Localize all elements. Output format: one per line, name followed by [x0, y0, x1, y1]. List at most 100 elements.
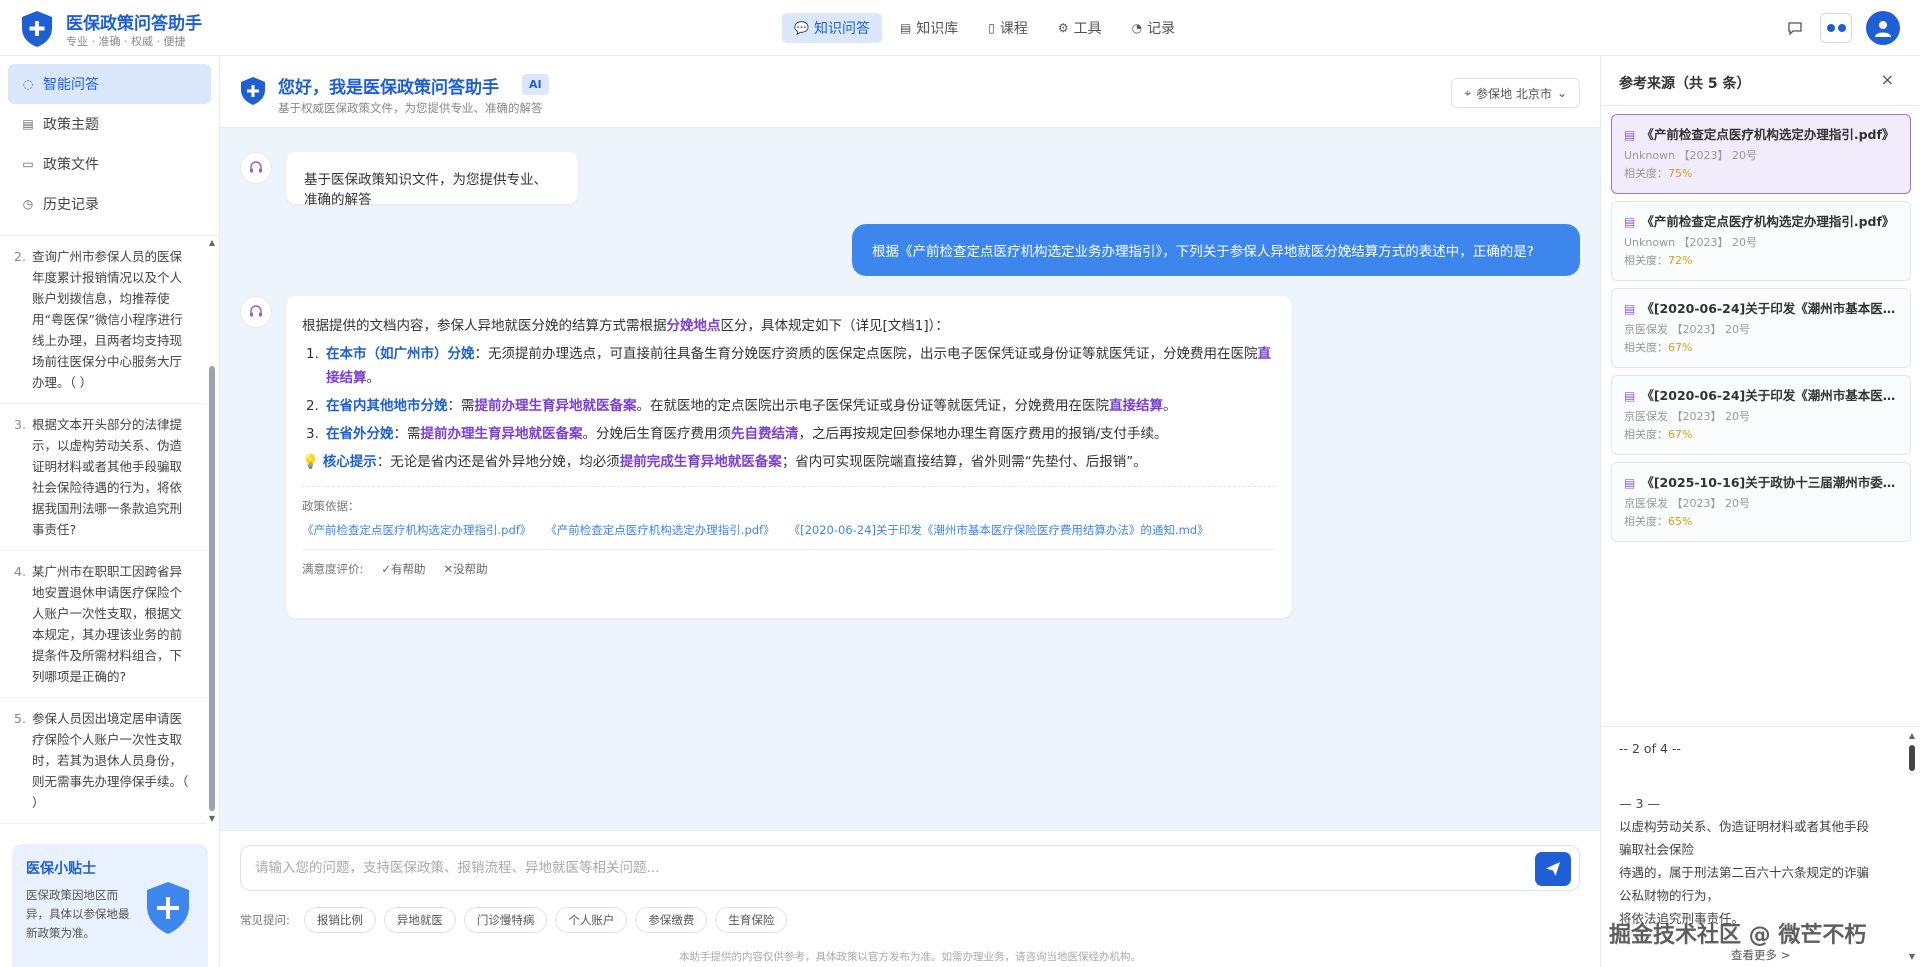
question-input[interactable] [255, 846, 1515, 890]
history-item-number: 4. [14, 564, 26, 579]
user-message-text: 根据《产前检查定点医疗机构选定业务办理指引》，下列关于参保人异地就医分娩结算方式… [872, 244, 1534, 260]
nav-tab-label: 记录 [1147, 21, 1176, 37]
source-preview: -- 2 of 4 -- — 3 — 以虚构劳动关系、伪造证明材料或者其他手段 … [1601, 726, 1920, 967]
history-item[interactable]: 4. 某广州市在职职工因跨省异地安置退休申请医疗保险个人账户一次性支取，根据文本… [0, 551, 206, 698]
history-scrollbar[interactable]: ▲ ▼ [208, 236, 216, 825]
clock-icon: ◷ [22, 197, 34, 211]
source-relevance: 相关度：67% [1624, 426, 1898, 444]
chat-title: 您好，我是医保政策问答助手 [278, 78, 499, 98]
policy-basis-links: 《产前检查定点医疗机构选定办理指引.pdf》 《产前检查定点医疗机构选定办理指引… [302, 521, 1276, 539]
answer-item-number: 3. [306, 426, 319, 442]
view-more-link[interactable]: 查看更多 > [1731, 947, 1790, 963]
book-icon: ▤ [899, 21, 912, 35]
source-list: ▤ 《产前检查定点医疗机构选定办理指引.pdf》 Unknown 【2023】 2… [1611, 114, 1911, 549]
source-meta: 京医保发 【2023】 20号 [1624, 323, 1750, 336]
source-relevance: 相关度：75% [1624, 165, 1898, 183]
preview-page-indicator: -- 2 of 4 -- [1619, 741, 1681, 756]
answer-intro-text: 根据提供的文档内容，参保人异地就医分娩的结算方式需根据 [302, 318, 667, 334]
scroll-down-arrow-icon[interactable]: ▼ [208, 814, 216, 824]
message-icon[interactable] [1784, 17, 1806, 39]
answer-highlight: 分娩地点 [666, 318, 721, 334]
nav-tab-tools[interactable]: ⚙ 工具 [1046, 13, 1114, 43]
sidebar-item-policy-topics[interactable]: ▤ 政策主题 [8, 104, 211, 144]
answer-item-text: 。在就医地的定点医院出示电子医保凭证或身份证等就医凭证，分娩费用在医院 [636, 398, 1110, 414]
location-selector[interactable]: ⌖ 参保地 北京市 ⌄ [1451, 78, 1580, 108]
divider [1601, 105, 1920, 106]
source-card[interactable]: ▤ 《[2025-10-16]关于政协十三届潮州市委员会第五次会议提案答复的函.m… [1611, 462, 1911, 542]
history-list: 2. 查询广州市参保人员的医保年度累计报销情况以及个人账户划拨信息，均推荐使用“… [0, 235, 220, 825]
preview-line: 以虚构劳动关系、伪造证明材料或者其他手段 [1619, 819, 1870, 834]
source-card[interactable]: ▤ 《产前检查定点医疗机构选定办理指引.pdf》 Unknown 【2023】 2… [1611, 114, 1911, 194]
relevance-value: 65% [1668, 515, 1693, 528]
history-item[interactable]: 5. 参保人员因出境定居申请医疗保险个人账户一次性支取时，若其为退休人员身份，则… [0, 698, 206, 824]
answer-intro-text: 区分，具体规定如下（详见[文档1]）： [720, 318, 949, 334]
preview-line: 待遇的，属于刑法第二百六十六条规定的诈骗 [1619, 865, 1870, 880]
quick-question-chip[interactable]: 个人账户 [555, 907, 628, 933]
nav-tab-qa[interactable]: 💬 知识问答 [782, 13, 882, 43]
core-tip-text: ：无论是省内还是省外异地分娩，均必须 [376, 454, 620, 470]
folder-icon: ▭ [22, 157, 34, 171]
sidebar-nav: ◌ 智能问答 ▤ 政策主题 ▭ 政策文件 ◷ 历史记录 [0, 56, 219, 232]
answer-item-text: ：无须提前办理选点，可直接前往具备生育分娩医疗资质的医保定点医院，出示电子医保凭… [474, 346, 1258, 362]
apps-button[interactable] [1820, 13, 1852, 43]
user-avatar[interactable] [1866, 11, 1900, 45]
core-tip: 💡 核心提示：无论是省内还是省外异地分娩，均必须提前完成生育异地就医备案；省内可… [302, 450, 1276, 474]
relevance-label: 相关度： [1624, 167, 1668, 180]
history-item-number: 2. [14, 249, 26, 264]
source-relevance: 相关度：67% [1624, 339, 1898, 357]
send-button[interactable] [1535, 852, 1571, 886]
sidebar-item-policy-files[interactable]: ▭ 政策文件 [8, 144, 211, 184]
source-relevance: 相关度：65% [1624, 513, 1898, 531]
quick-question-chip[interactable]: 异地就医 [383, 907, 456, 933]
nav-tab-records[interactable]: ◔ 记录 [1120, 13, 1187, 43]
source-card[interactable]: ▤ 《产前检查定点医疗机构选定办理指引.pdf》 Unknown 【2023】 2… [1611, 201, 1911, 281]
history-item[interactable]: 3. 根据文本开头部分的法律提示，以虚构劳动关系、伪造证明材料或者其他手段骗取社… [0, 404, 206, 551]
policy-basis-link[interactable]: 《产前检查定点医疗机构选定办理指引.pdf》 [545, 521, 774, 539]
watermark: 掘金技术社区 @ 微芒不朽 [1609, 923, 1867, 948]
answer-item-heading: 在省外分娩 [326, 426, 394, 442]
satisfaction-row: 满意度评价: ✓有帮助 ✕没帮助 [302, 549, 1276, 578]
source-meta: 京医保发 【2023】 20号 [1624, 410, 1750, 423]
document-icon: ▤ [1624, 389, 1636, 403]
nav-tab-courses[interactable]: ▯ 课程 [976, 13, 1040, 43]
user-message: 根据《产前检查定点医疗机构选定业务办理指引》，下列关于参保人异地就医分娩结算方式… [852, 224, 1580, 276]
input-area: 常见提问: 报销比例 异地就医 门诊慢特病 个人账户 参保缴费 生育保险 本助手… [220, 830, 1600, 967]
source-card[interactable]: ▤ 《[2020-06-24]关于印发《潮州市基本医疗保险医疗费用结算办法》的通知… [1611, 375, 1911, 455]
relevance-value: 67% [1668, 341, 1693, 354]
chat-main: 您好，我是医保政策问答助手 AI 基于权威医保政策文件，为您提供专业、准确的解答… [220, 56, 1600, 967]
user-icon [1875, 21, 1891, 37]
quick-question-chip[interactable]: 报销比例 [303, 907, 376, 933]
scroll-up-arrow-icon[interactable]: ▲ [208, 238, 216, 248]
sidebar-item-label: 政策文件 [43, 157, 99, 173]
question-input-box [240, 845, 1580, 891]
left-sidebar: ◌ 智能问答 ▤ 政策主题 ▭ 政策文件 ◷ 历史记录 2. 查询广州市参保人员… [0, 56, 220, 967]
quick-question-chip[interactable]: 参保缴费 [635, 907, 708, 933]
scroll-down-arrow-icon[interactable]: ▼ [1907, 952, 1917, 961]
scrollbar-thumb[interactable] [209, 366, 215, 811]
scrollbar-thumb[interactable] [1909, 745, 1915, 771]
scroll-up-arrow-icon[interactable]: ▲ [1907, 731, 1917, 740]
helpful-button[interactable]: ✓有帮助 [381, 560, 425, 578]
sidebar-item-history[interactable]: ◷ 历史记录 [8, 184, 211, 224]
policy-basis-link[interactable]: 《[2020-06-24]关于印发《潮州市基本医疗保险医疗费用结算办法》的通知.… [789, 521, 1209, 539]
sidebar-item-smart-qa[interactable]: ◌ 智能问答 [8, 64, 211, 104]
source-title: 《[2020-06-24]关于印发《潮州市基本医疗保险医疗费用结算办法》的通知.… [1641, 388, 1898, 403]
assistant-avatar [240, 296, 272, 328]
answer-item-text: ：需 [393, 426, 421, 442]
source-card[interactable]: ▤ 《[2020-06-24]关于印发《潮州市基本医疗保险医疗费用结算办法》的通知… [1611, 288, 1911, 368]
sidebar-item-label: 历史记录 [43, 197, 99, 213]
document-icon: ▤ [1624, 128, 1636, 142]
answer-highlight: 直接结算 [1109, 398, 1163, 414]
nav-tab-knowledge-base[interactable]: ▤ 知识库 [888, 13, 970, 43]
close-icon[interactable]: × [1881, 70, 1894, 89]
answer-item-text: ：需 [447, 398, 475, 414]
preview-scrollbar[interactable]: ▲ ▼ [1907, 731, 1917, 961]
headset-icon [250, 305, 262, 317]
history-item[interactable]: 2. 查询广州市参保人员的医保年度累计报销情况以及个人账户划拨信息，均推荐使用“… [0, 236, 206, 404]
policy-basis-link[interactable]: 《产前检查定点医疗机构选定办理指引.pdf》 [302, 521, 531, 539]
quick-question-chip[interactable]: 门诊慢特病 [463, 907, 548, 933]
unhelpful-button[interactable]: ✕没帮助 [444, 560, 488, 578]
quick-question-chip[interactable]: 生育保险 [715, 907, 788, 933]
history-icon: ◔ [1131, 21, 1143, 35]
answer-list-item: 3. 在省外分娩：需提前办理生育异地就医备案。分娩后生育医疗费用须先自费结清，之… [302, 422, 1276, 446]
